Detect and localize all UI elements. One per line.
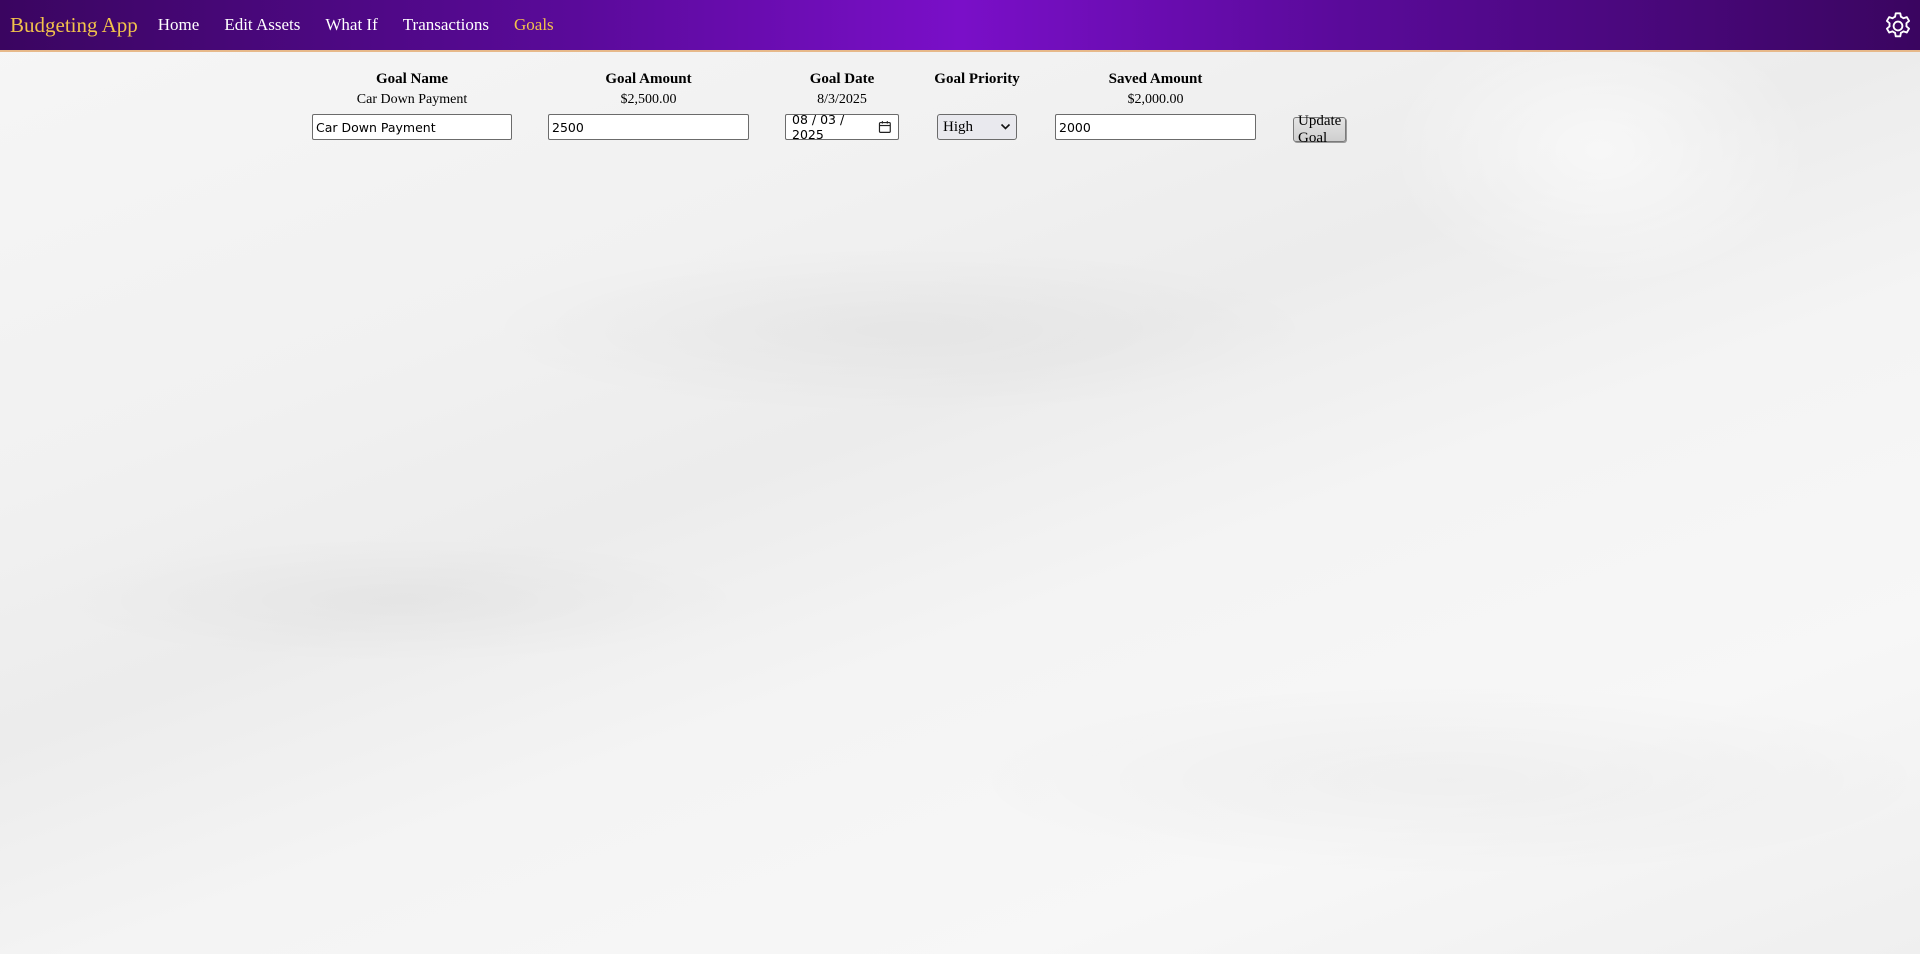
goal-priority-spacer [927, 90, 1027, 110]
saved-amount-column: Saved Amount $2,000.00 [1055, 68, 1256, 140]
goal-name-field[interactable] [312, 114, 512, 140]
goal-date-value: 8/3/2025 [817, 92, 867, 107]
nav-what-if[interactable]: What If [325, 15, 377, 35]
goal-date-input-text: 08 / 03 / 2025 [792, 112, 845, 142]
top-navbar: Budgeting App Home Edit Assets What If T… [0, 0, 1920, 52]
gear-icon[interactable] [1882, 10, 1914, 42]
goal-amount-value: $2,500.00 [620, 92, 677, 107]
goal-date-column: Goal Date 8/3/2025 08 / 03 / 2025 [785, 68, 899, 142]
goal-priority-select[interactable]: High [937, 114, 1017, 140]
marble-background [0, 0, 1920, 954]
saved-amount-header: Saved Amount [1108, 71, 1203, 87]
saved-amount-value: $2,000.00 [1127, 92, 1184, 107]
nav-transactions[interactable]: Transactions [403, 15, 489, 35]
goal-amount-field[interactable] [548, 114, 749, 140]
goal-amount-column: Goal Amount $2,500.00 [548, 68, 749, 140]
goal-priority-column: Goal Priority High [927, 68, 1027, 140]
goal-name-value: Car Down Payment [356, 92, 468, 107]
goal-name-column: Goal Name Car Down Payment [312, 68, 512, 140]
saved-amount-field[interactable] [1055, 114, 1256, 140]
nav-edit-assets[interactable]: Edit Assets [224, 15, 300, 35]
goal-amount-input[interactable] [552, 119, 745, 135]
update-goal-button[interactable]: Update Goal [1293, 113, 1347, 146]
calendar-icon[interactable] [878, 120, 892, 134]
saved-amount-input[interactable] [1059, 119, 1252, 135]
goal-priority-header: Goal Priority [934, 71, 1020, 87]
goal-amount-header: Goal Amount [605, 71, 692, 87]
goal-priority-selected: High [943, 118, 973, 135]
brand-logo[interactable]: Budgeting App [10, 13, 138, 38]
nav-home[interactable]: Home [158, 15, 200, 35]
goal-date-header: Goal Date [809, 71, 875, 87]
goal-name-header: Goal Name [375, 71, 449, 87]
goal-date-input[interactable]: 08 / 03 / 2025 [785, 112, 899, 142]
goal-name-input[interactable] [316, 119, 508, 135]
nav-goals[interactable]: Goals [514, 15, 554, 35]
chevron-down-icon [1000, 123, 1011, 130]
